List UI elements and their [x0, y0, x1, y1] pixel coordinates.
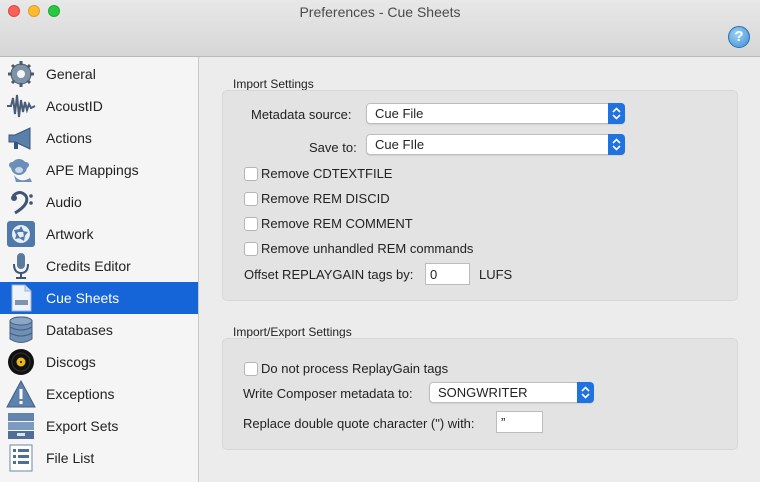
- aperture-icon: [7, 221, 35, 247]
- sidebar-item-exceptions[interactable]: Exceptions: [0, 378, 198, 410]
- waveform-icon: [7, 94, 36, 118]
- title-bar: Preferences - Cue Sheets ?: [0, 0, 760, 57]
- offset-replaygain-label: Offset REPLAYGAIN tags by:: [244, 267, 414, 282]
- sidebar-item-cue-sheets[interactable]: Cue Sheets: [0, 282, 198, 314]
- sidebar-item-actions[interactable]: Actions: [0, 122, 198, 154]
- remove-rem-comment-checkbox[interactable]: [244, 217, 258, 231]
- import-export-settings-title: Import/Export Settings: [233, 325, 352, 339]
- gear-icon: [8, 61, 34, 87]
- metadata-source-select[interactable]: Cue File: [366, 103, 625, 124]
- composer-metadata-label: Write Composer metadata to:: [243, 386, 413, 401]
- sidebar-item-credits-editor[interactable]: Credits Editor: [0, 250, 198, 282]
- remove-rem-discid-label: Remove REM DISCID: [261, 191, 390, 206]
- bass-clef-icon: [11, 191, 33, 215]
- chevron-updown-icon: [577, 382, 594, 403]
- sidebar-item-label: APE Mappings: [46, 162, 139, 178]
- warning-icon: [6, 380, 36, 408]
- sidebar-item-label: General: [46, 66, 96, 82]
- sidebar-item-acoustid[interactable]: AcoustID: [0, 90, 198, 122]
- do-not-process-replaygain-checkbox[interactable]: [244, 362, 258, 376]
- remove-rem-discid-checkbox[interactable]: [244, 192, 258, 206]
- sidebar-item-label: File List: [46, 450, 95, 466]
- help-icon[interactable]: ?: [728, 26, 750, 48]
- chevron-updown-icon: [608, 134, 625, 155]
- sidebar-item-file-list[interactable]: File List: [0, 442, 198, 474]
- offset-replaygain-input[interactable]: [426, 264, 469, 284]
- settings-panel: Import Settings Metadata source: Cue Fil…: [200, 57, 760, 482]
- replace-quote-input[interactable]: [497, 412, 542, 432]
- monkey-icon: [9, 159, 32, 182]
- database-icon: [9, 316, 33, 343]
- sidebar-item-label: Discogs: [46, 354, 96, 370]
- replace-quote-label: Replace double quote character (") with:: [243, 416, 475, 431]
- window-title: Preferences - Cue Sheets: [299, 4, 461, 20]
- vinyl-record-icon: [8, 349, 34, 375]
- sidebar-item-label: Artwork: [46, 226, 94, 242]
- sidebar-item-discogs[interactable]: Discogs: [0, 346, 198, 378]
- sidebar-item-databases[interactable]: Databases: [0, 314, 198, 346]
- sidebar-item-ape-mappings[interactable]: APE Mappings: [0, 154, 198, 186]
- chevron-updown-icon: [608, 103, 625, 124]
- offset-unit-label: LUFS: [479, 267, 513, 282]
- sidebar: General AcoustID Actions APE Mappings Au…: [0, 57, 199, 482]
- import-settings-title: Import Settings: [233, 77, 314, 91]
- sidebar-item-export-sets[interactable]: Export Sets: [0, 410, 198, 442]
- import-export-settings-box: Do not process ReplayGain tags Write Com…: [222, 338, 738, 450]
- export-tray-icon: [8, 413, 34, 439]
- sidebar-item-label: Credits Editor: [46, 258, 131, 274]
- remove-unhandled-rem-checkbox[interactable]: [244, 242, 258, 256]
- composer-metadata-select[interactable]: SONGWRITER: [429, 382, 594, 403]
- megaphone-icon: [8, 127, 31, 150]
- metadata-source-label: Metadata source:: [251, 107, 352, 122]
- sidebar-item-artwork[interactable]: Artwork: [0, 218, 198, 250]
- cue-file-icon: [11, 284, 32, 312]
- save-to-label: Save to:: [309, 140, 357, 155]
- microphone-icon: [13, 253, 29, 279]
- list-icon: [9, 444, 33, 472]
- sidebar-item-label: Actions: [46, 130, 92, 146]
- sidebar-item-label: AcoustID: [46, 98, 103, 114]
- import-settings-box: Metadata source: Cue File Save to: Cue F…: [222, 90, 738, 301]
- sidebar-item-label: Exceptions: [46, 386, 115, 402]
- do-not-process-replaygain-label: Do not process ReplayGain tags: [261, 361, 449, 376]
- sidebar-item-label: Cue Sheets: [46, 290, 120, 306]
- sidebar-item-label: Export Sets: [46, 418, 119, 434]
- offset-replaygain-field[interactable]: [425, 263, 470, 285]
- remove-cdtextfile-label: Remove CDTEXTFILE: [261, 166, 393, 181]
- sidebar-item-audio[interactable]: Audio: [0, 186, 198, 218]
- save-to-select[interactable]: Cue FIle: [366, 134, 625, 155]
- remove-rem-comment-label: Remove REM COMMENT: [261, 216, 413, 231]
- replace-quote-field[interactable]: [496, 411, 543, 433]
- remove-unhandled-rem-label: Remove unhandled REM commands: [261, 241, 474, 256]
- sidebar-item-label: Databases: [46, 322, 113, 338]
- remove-cdtextfile-checkbox[interactable]: [244, 167, 258, 181]
- sidebar-item-label: Audio: [46, 194, 82, 210]
- sidebar-item-general[interactable]: General: [0, 58, 198, 90]
